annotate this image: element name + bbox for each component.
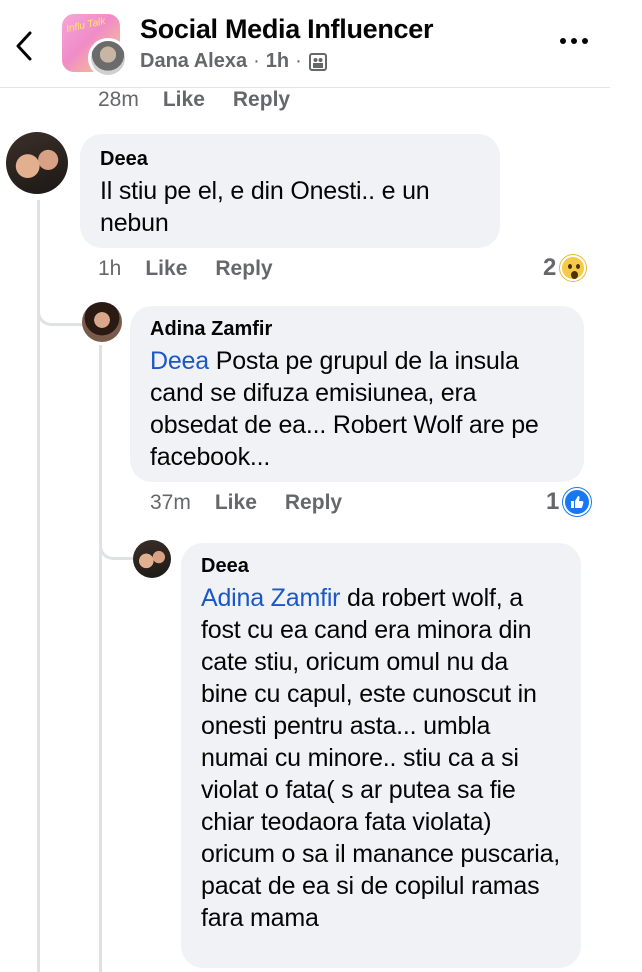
back-arrow-icon[interactable] — [10, 28, 40, 64]
comment-author[interactable]: Adina Zamfir — [150, 318, 564, 341]
reply-button[interactable]: Reply — [285, 491, 342, 515]
post-time[interactable]: 1h — [266, 50, 289, 73]
comment-time: 37m — [150, 491, 191, 514]
comment-text: Adina Zamfir da robert wolf, a fost cu e… — [201, 582, 561, 934]
comment-author[interactable]: Deea — [100, 148, 480, 171]
reaction-summary[interactable]: 1 — [546, 488, 592, 516]
reply-button[interactable]: Reply — [215, 257, 272, 281]
comment-actions: 37m Like Reply — [150, 491, 370, 515]
post-author[interactable]: Dana Alexa — [140, 50, 247, 73]
more-options-icon[interactable] — [560, 38, 588, 44]
reaction-summary[interactable]: 2 — [543, 254, 587, 282]
mention-link[interactable]: Adina Zamfir — [201, 584, 341, 612]
comment-text: Il stiu pe el, e din Onesti.. e un nebun — [100, 177, 430, 237]
like-button[interactable]: Like — [215, 491, 257, 515]
reaction-count: 1 — [546, 488, 560, 515]
comment-author[interactable]: Deea — [201, 555, 561, 578]
comment-bubble: Deea Adina Zamfir da robert wolf, a fost… — [181, 543, 581, 968]
like-icon — [563, 488, 592, 516]
group-title[interactable]: Social Media Influencer — [140, 14, 433, 45]
thread-line — [99, 345, 102, 972]
wow-icon — [560, 255, 587, 281]
reply-button[interactable]: Reply — [233, 88, 290, 112]
like-button[interactable]: Like — [145, 257, 187, 281]
deea-avatar[interactable] — [133, 540, 171, 578]
comment-actions: 1h Like Reply — [98, 257, 301, 281]
comment-time: 1h — [98, 257, 122, 280]
group-privacy-icon — [308, 52, 327, 71]
thread-connector — [99, 530, 133, 560]
comment-bubble: Deea Il stiu pe el, e din Onesti.. e un … — [80, 134, 500, 248]
comment-bubble: Adina Zamfir Deea Posta pe grupul de la … — [130, 306, 584, 482]
comment-time: 28m — [98, 88, 139, 111]
comment-text: Deea Posta pe grupul de la insula cand s… — [150, 345, 564, 473]
deea-avatar[interactable] — [6, 132, 68, 194]
comment-body: da robert wolf, a fost cu ea cand era mi… — [201, 584, 561, 932]
previous-comment-actions: 28m Like Reply — [98, 88, 318, 112]
adina-avatar[interactable] — [82, 302, 122, 342]
reaction-count: 2 — [543, 254, 557, 281]
mention-link[interactable]: Deea — [150, 347, 209, 375]
comment-body: Posta pe grupul de la insula cand se dif… — [150, 347, 539, 471]
post-meta: Dana Alexa · 1h · — [140, 50, 328, 73]
author-avatar[interactable] — [88, 38, 128, 78]
like-button[interactable]: Like — [163, 88, 205, 112]
post-header: Influ Talk Social Media Influencer Dana … — [0, 0, 642, 88]
thread-connector — [37, 290, 83, 326]
